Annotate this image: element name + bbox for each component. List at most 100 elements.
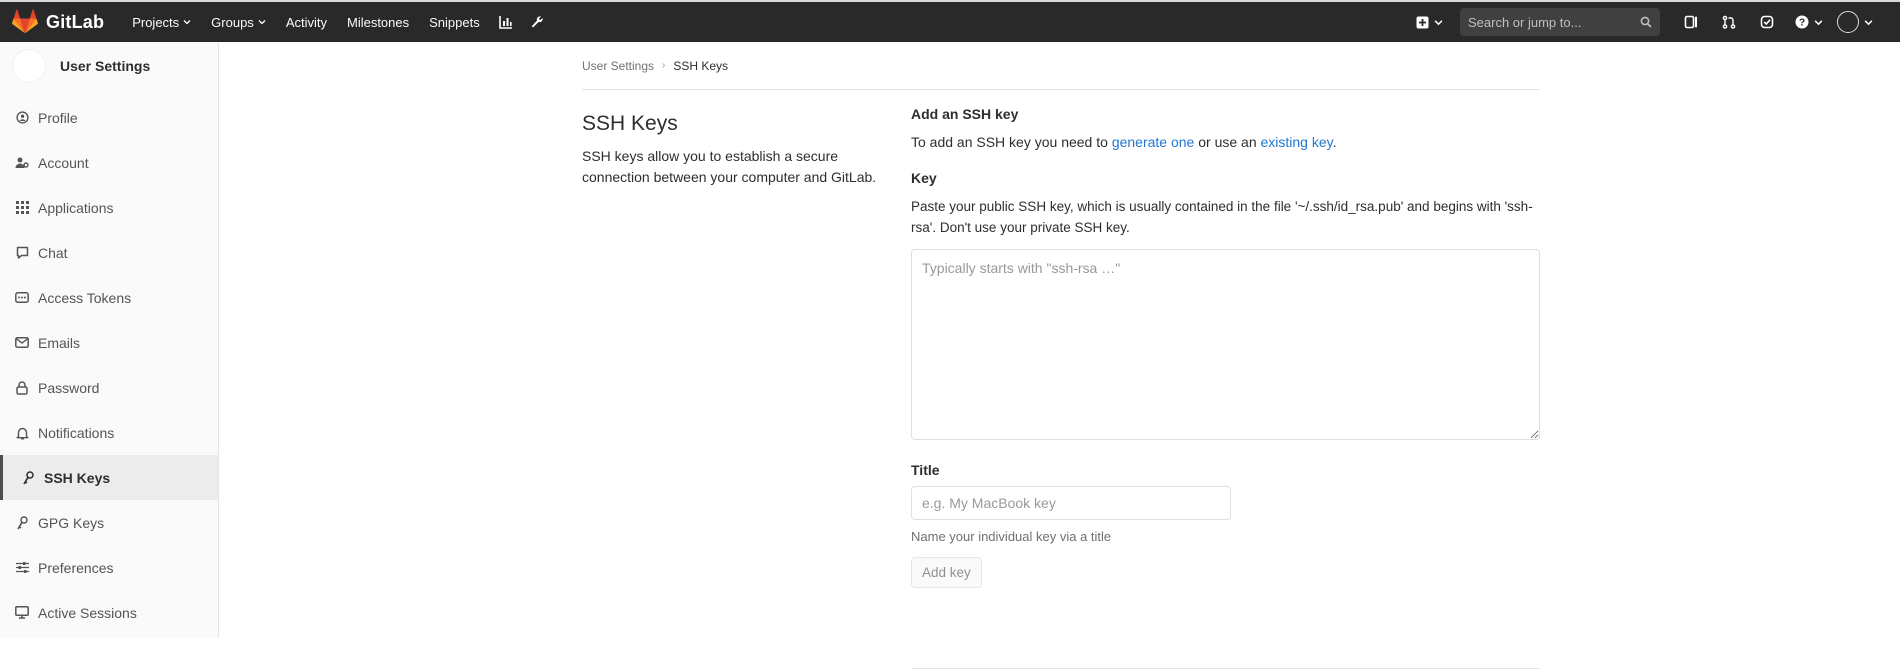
ssh-key-textarea[interactable] (911, 249, 1540, 440)
nav-activity[interactable]: Activity (276, 2, 337, 42)
chevron-down-icon (1814, 19, 1823, 25)
issues-icon (1684, 15, 1697, 29)
monitor-icon (15, 606, 29, 619)
intro-text: To add an SSH key you need to (911, 134, 1112, 150)
sidebar-item-label: SSH Keys (44, 469, 111, 486)
sidebar-item-notifications[interactable]: Notifications (0, 410, 218, 455)
title-help-text: Name your individual key via a title (911, 529, 1112, 544)
sidebar-item-profile[interactable]: Profile (0, 95, 218, 140)
key-help-text: Paste your public SSH key, which is usua… (911, 199, 1533, 235)
title-label: Title (911, 462, 940, 478)
sidebar-item-chat[interactable]: Chat (0, 230, 218, 275)
key-title-input[interactable] (911, 486, 1231, 520)
breadcrumb-current[interactable]: SSH Keys (673, 59, 728, 73)
chevron-down-icon (183, 20, 191, 25)
breadcrumb: User Settings › SSH Keys (582, 42, 1540, 90)
sidebar-item-label: Account (38, 154, 89, 171)
nav-activity-label: Activity (285, 14, 327, 30)
sidebar-item-label: GPG Keys (38, 514, 105, 531)
nav-snippets[interactable]: Snippets (419, 2, 490, 42)
sidebar-item-label: Notifications (38, 424, 115, 441)
existing-key-link[interactable]: existing key (1261, 134, 1333, 150)
nav-milestones[interactable]: Milestones (337, 2, 419, 42)
bell-icon (16, 427, 28, 439)
issues-button[interactable] (1672, 2, 1710, 42)
sidebar-item-access-tokens[interactable]: Access Tokens (0, 275, 218, 320)
chevron-down-icon (1434, 19, 1442, 25)
form-intro: To add an SSH key you need to generate o… (911, 134, 1540, 150)
nav-snippets-label: Snippets (429, 14, 480, 30)
search-placeholder: Search or jump to... (1468, 14, 1582, 30)
gitlab-home-link[interactable]: GitLab (12, 2, 122, 42)
profile-icon (15, 111, 29, 124)
user-menu-button[interactable] (1832, 2, 1878, 42)
search-input[interactable]: Search or jump to... (1460, 8, 1660, 36)
chevron-down-icon (258, 20, 266, 25)
sidebar-item-emails[interactable]: Emails (0, 320, 218, 365)
sliders-icon (15, 562, 29, 573)
top-navbar: GitLab Projects Groups Activity Mileston… (0, 0, 1900, 42)
nav-admin-button[interactable] (522, 2, 554, 42)
sidebar-item-active-sessions[interactable]: Active Sessions (0, 590, 218, 635)
nav-projects[interactable]: Projects (122, 2, 201, 42)
intro-text: or use an (1194, 134, 1261, 150)
main-content: User Settings › SSH Keys SSH Keys SSH ke… (582, 42, 1540, 669)
sidebar-header[interactable]: User Settings (0, 42, 218, 89)
sidebar-item-label: Active Sessions (38, 604, 137, 621)
mail-icon (15, 337, 29, 348)
wrench-icon (531, 16, 543, 28)
sidebar-item-label: Emails (38, 334, 81, 351)
nav-groups[interactable]: Groups (201, 2, 276, 42)
sidebar-item-ssh-keys[interactable]: SSH Keys (0, 455, 218, 500)
search-icon (1640, 16, 1652, 28)
nav-chart-button[interactable] (490, 2, 522, 42)
page-intro: SSH Keys SSH keys allow you to establish… (582, 108, 892, 188)
merge-requests-button[interactable] (1710, 2, 1748, 42)
intro-text: . (1332, 134, 1337, 150)
key-icon (17, 515, 28, 529)
key-label: Key (911, 170, 937, 186)
brand-name: GitLab (46, 11, 105, 32)
help-icon: ? (1795, 15, 1809, 29)
form-section-title: Add an SSH key (911, 106, 1019, 122)
plus-square-icon (1416, 16, 1428, 28)
sidebar-item-label: Access Tokens (38, 289, 132, 306)
todos-button[interactable] (1748, 2, 1786, 42)
gitlab-logo-icon (12, 9, 38, 34)
add-key-button[interactable]: Add key (911, 557, 982, 588)
chevron-down-icon (1864, 19, 1873, 25)
page-description: SSH keys allow you to establish a secure… (582, 148, 877, 185)
sidebar-item-account[interactable]: Account (0, 140, 218, 185)
page-title: SSH Keys (582, 112, 678, 135)
sidebar-item-label: Applications (38, 199, 114, 216)
user-avatar (1837, 11, 1859, 33)
nav-groups-label: Groups (211, 14, 254, 30)
chart-icon (498, 16, 512, 29)
sidebar-item-preferences[interactable]: Preferences (0, 545, 218, 590)
todo-icon (1760, 15, 1774, 29)
sidebar-item-password[interactable]: Password (0, 365, 218, 410)
new-dropdown-button[interactable] (1406, 2, 1452, 42)
svg-text:?: ? (1799, 18, 1805, 29)
nav-milestones-label: Milestones (346, 14, 410, 30)
merge-request-icon (1722, 15, 1736, 29)
sidebar-item-applications[interactable]: Applications (0, 185, 218, 230)
chat-icon (16, 246, 28, 259)
breadcrumb-parent[interactable]: User Settings (582, 59, 654, 73)
sidebar-title: User Settings (60, 57, 151, 74)
account-icon (15, 157, 29, 168)
chevron-right-icon: › (662, 60, 666, 71)
key-icon (23, 470, 34, 484)
sidebar-avatar (12, 48, 46, 83)
help-dropdown-button[interactable]: ? (1786, 2, 1832, 42)
token-icon (15, 292, 29, 303)
settings-sidebar: User Settings Profile Account Applicatio… (0, 42, 219, 638)
sidebar-item-label: Profile (38, 109, 78, 126)
lock-icon (16, 380, 28, 395)
nav-projects-label: Projects (132, 14, 180, 30)
applications-icon (15, 201, 29, 214)
sidebar-item-gpg-keys[interactable]: GPG Keys (0, 500, 218, 545)
sidebar-item-label: Password (38, 379, 100, 396)
sidebar-item-label: Preferences (38, 559, 114, 576)
generate-one-link[interactable]: generate one (1112, 134, 1195, 150)
